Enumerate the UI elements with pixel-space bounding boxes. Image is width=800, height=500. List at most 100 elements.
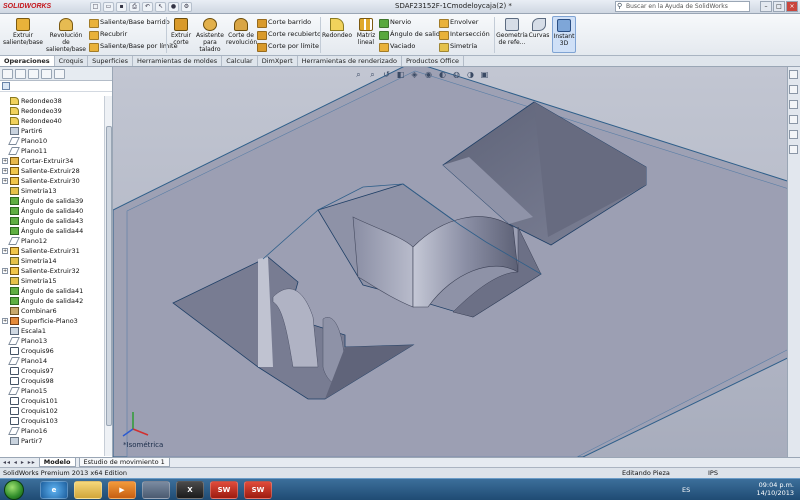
edit-appearance-icon[interactable]: ◍ [451, 70, 462, 80]
solidworks-taskbar-icon-2[interactable]: SW [244, 481, 272, 499]
feature-tree-scrollbar[interactable] [104, 96, 112, 456]
extrude-cut-button[interactable]: Extruir corte [168, 18, 194, 46]
tab-navigation-arrows-icon[interactable]: ◂◂ ◂ ▸ ▸▸ [3, 459, 36, 466]
feature-tree-item[interactable]: Plano12 [0, 236, 104, 246]
apply-scene-icon[interactable]: ◑ [465, 70, 476, 80]
tab-calcular[interactable]: Calcular [222, 56, 258, 66]
minimize-icon[interactable]: – [760, 1, 772, 12]
feature-tree-item[interactable]: Partir7 [0, 436, 104, 446]
zoom-area-icon[interactable]: ⌕ [367, 70, 378, 80]
feature-tree-item[interactable]: Escala1 [0, 326, 104, 336]
feature-tree-item[interactable]: + Saliente-Extruir28 [0, 166, 104, 176]
file-explorer-icon[interactable] [789, 100, 798, 109]
units-label[interactable]: IPS [708, 468, 718, 478]
reference-geometry-button[interactable]: Geometría de refe... [496, 18, 528, 46]
help-search-input[interactable]: ⚲ Buscar en la Ayuda de SolidWorks [615, 1, 750, 12]
hole-wizard-button[interactable]: Asistente para taladro [195, 18, 225, 53]
display-style-icon[interactable]: ◉ [423, 70, 434, 80]
feature-tree-item[interactable]: Plano15 [0, 386, 104, 396]
feature-tree-item[interactable]: Plano13 [0, 336, 104, 346]
feature-tree-item[interactable]: Croquis96 [0, 346, 104, 356]
rib-button[interactable]: Nervio [378, 17, 411, 28]
view-palette-icon[interactable] [789, 115, 798, 124]
tab-model[interactable]: Modelo [38, 458, 76, 467]
appearances-icon[interactable] [789, 130, 798, 139]
tab-dimxpert[interactable]: DimXpert [258, 56, 298, 66]
feature-tree-item[interactable]: Ángulo de salida39 [0, 196, 104, 206]
design-library-icon[interactable] [789, 85, 798, 94]
feature-tree-item[interactable]: Plano11 [0, 146, 104, 156]
print-icon[interactable]: ⎙ [129, 1, 140, 12]
feature-tree-item[interactable]: Croquis103 [0, 416, 104, 426]
x-app-icon[interactable]: X [176, 481, 204, 499]
expand-toggle-icon[interactable]: + [2, 178, 8, 184]
feature-tree-item[interactable]: + Saliente-Extruir30 [0, 176, 104, 186]
zoom-to-fit-icon[interactable]: ⌕ [353, 70, 364, 80]
shell-button[interactable]: Vaciado [378, 41, 415, 52]
system-clock[interactable]: 09:04 p.m. 14/10/2013 [757, 481, 794, 497]
options-gear-icon[interactable]: ⚙ [181, 1, 192, 12]
feature-tree-item[interactable]: Ángulo de salida43 [0, 216, 104, 226]
revolve-boss-button[interactable]: Revolución de saliente/base [45, 18, 87, 53]
fillet-button[interactable]: Redondeo [322, 18, 352, 39]
undo-icon[interactable]: ↶ [142, 1, 153, 12]
custom-properties-icon[interactable] [789, 145, 798, 154]
previous-view-icon[interactable]: ↺ [381, 70, 392, 80]
swept-cut-button[interactable]: Corte barrido [256, 17, 311, 28]
feature-tree-item[interactable]: + Cortar-Extruir34 [0, 156, 104, 166]
graphics-area[interactable]: ⌕ ⌕ ↺ ◧ ◈ ◉ ◐ ◍ ◑ ▣ *Isométrica [113, 67, 800, 457]
feature-tree-item[interactable]: Plano16 [0, 426, 104, 436]
feature-tree-item[interactable]: Partir6 [0, 126, 104, 136]
expand-toggle-icon[interactable]: + [2, 318, 8, 324]
expand-toggle-icon[interactable]: + [2, 248, 8, 254]
feature-tree-item[interactable]: Combinar6 [0, 306, 104, 316]
feature-tree-item[interactable]: Simetría14 [0, 256, 104, 266]
tab-herramientas-renderizado[interactable]: Herramientas de renderizado [298, 56, 402, 66]
feature-tree-item[interactable]: Simetría15 [0, 276, 104, 286]
tab-croquis[interactable]: Croquis [55, 56, 89, 66]
wrap-button[interactable]: Envolver [438, 17, 478, 28]
section-view-icon[interactable]: ◧ [395, 70, 406, 80]
feature-tree-item[interactable]: Ángulo de salida41 [0, 286, 104, 296]
feature-tree-item[interactable]: Redondeo38 [0, 96, 104, 106]
linear-pattern-button[interactable]: Matriz lineal [354, 18, 378, 46]
boundary-cut-button[interactable]: Corte por límite [256, 41, 319, 52]
feature-tree-item[interactable]: + Superficie-Plano3 [0, 316, 104, 326]
hide-show-items-icon[interactable]: ◐ [437, 70, 448, 80]
scrollbar-thumb[interactable] [106, 126, 112, 426]
swept-boss-button[interactable]: Saliente/Base barrido [88, 17, 170, 28]
draft-button[interactable]: Ángulo de salida [378, 29, 444, 40]
feature-tree-item[interactable]: Simetría13 [0, 186, 104, 196]
file-explorer-icon[interactable] [74, 481, 102, 499]
feature-tree-item[interactable]: Plano10 [0, 136, 104, 146]
feature-tree-item[interactable]: Ángulo de salida40 [0, 206, 104, 216]
feature-tree-item[interactable]: Ángulo de salida42 [0, 296, 104, 306]
dimxpert-manager-tab-icon[interactable] [41, 68, 52, 79]
select-icon[interactable]: ↖ [155, 1, 166, 12]
rebuild-icon[interactable]: ● [168, 1, 179, 12]
extrude-boss-button[interactable]: Extruir saliente/base [3, 18, 43, 46]
maximize-icon[interactable]: □ [773, 1, 785, 12]
solidworks-logo[interactable]: SOLIDWORKS [0, 3, 70, 10]
display-manager-tab-icon[interactable] [54, 68, 65, 79]
media-player-icon[interactable]: ▶ [108, 481, 136, 499]
loft-boss-button[interactable]: Recubrir [88, 29, 127, 40]
solidworks-taskbar-icon[interactable]: SW [210, 481, 238, 499]
tab-operaciones[interactable]: Operaciones [0, 56, 55, 66]
save-icon[interactable]: ▪ [116, 1, 127, 12]
configuration-manager-tab-icon[interactable] [28, 68, 39, 79]
feature-filter[interactable] [0, 81, 112, 92]
feature-tree-item[interactable]: Plano14 [0, 356, 104, 366]
feature-tree-item[interactable]: Redondeo40 [0, 116, 104, 126]
view-orientation-icon[interactable]: ◈ [409, 70, 420, 80]
tab-productos-office[interactable]: Productos Office [402, 56, 465, 66]
feature-tree-item[interactable]: Croquis98 [0, 376, 104, 386]
tab-superficies[interactable]: Superficies [88, 56, 134, 66]
intersect-button[interactable]: Intersección [438, 29, 490, 40]
mirror-button[interactable]: Simetría [438, 41, 477, 52]
lofted-cut-button[interactable]: Corte recubierto [256, 29, 321, 40]
instant3d-button[interactable]: Instant 3D [552, 16, 576, 53]
open-folder-icon[interactable]: ▭ [103, 1, 114, 12]
feature-tree-item[interactable]: Redondeo39 [0, 106, 104, 116]
expand-toggle-icon[interactable]: + [2, 158, 8, 164]
